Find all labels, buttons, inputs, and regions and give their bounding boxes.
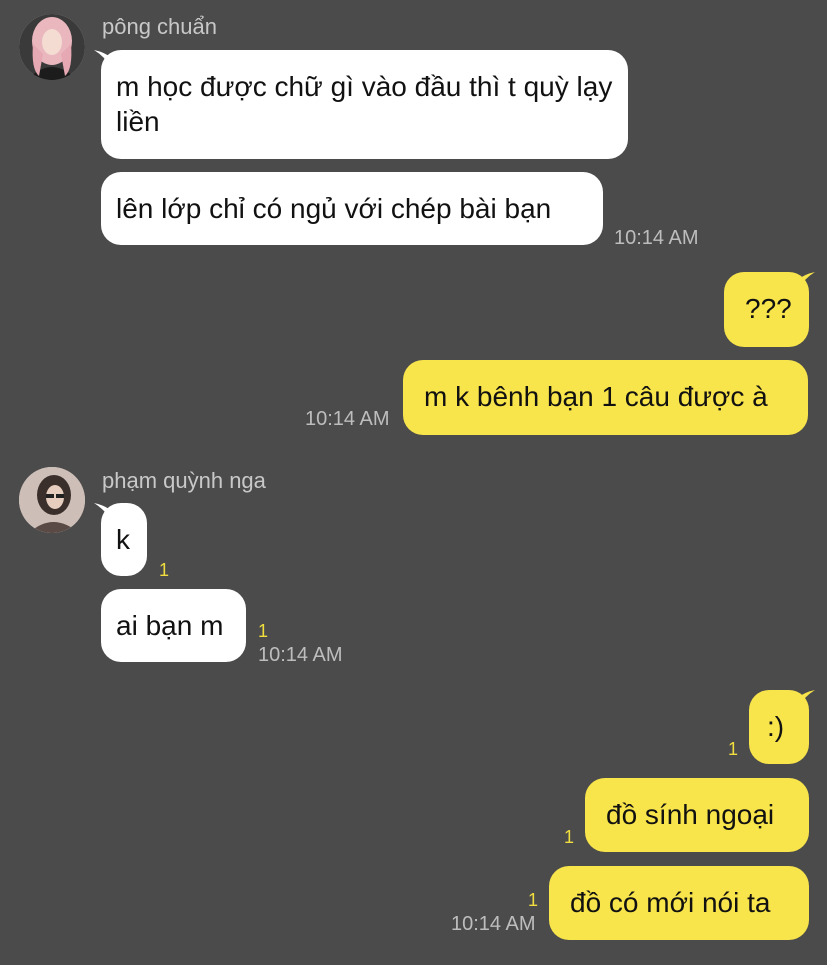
unread-count: 1 [728,739,739,759]
sender-name: phạm quỳnh nga [102,468,266,493]
incoming-message[interactable]: ai bạn m [101,589,246,662]
message-timestamp: 10:14 AM [614,227,699,249]
unread-count: 1 [159,560,170,580]
message-timestamp: 10:14 AM [305,408,390,430]
outgoing-message[interactable]: đồ sính ngoại [585,778,809,852]
pham-quynh-nga-avatar[interactable] [19,467,85,533]
pong-chuan-avatar[interactable] [19,14,85,80]
incoming-message[interactable]: m học được chữ gì vào đầu thì t quỳ lạy … [101,50,628,159]
outgoing-message[interactable]: :) [749,690,809,764]
message-text: đồ sính ngoại [606,799,775,830]
message-text: k [116,524,130,555]
message-text: :) [767,711,785,742]
incoming-message[interactable]: k [101,503,147,576]
unread-count: 1 [258,621,269,641]
unread-count: 1 [528,890,539,910]
outgoing-message[interactable]: ??? [724,272,809,347]
message-text: ??? [745,293,792,324]
message-text: đồ có mới nói ta [570,887,771,918]
incoming-message[interactable]: lên lớp chỉ có ngủ với chép bài bạn [101,172,603,245]
outgoing-message[interactable]: đồ có mới nói ta [549,866,809,940]
message-text: lên lớp chỉ có ngủ với chép bài bạn [116,193,552,224]
outgoing-message[interactable]: m k bênh bạn 1 câu được à [403,360,808,435]
sender-name: pông chuẩn [102,14,217,39]
message-text: ai bạn m [116,610,224,641]
message-text: m học được chữ gì vào đầu thì t quỳ lạy … [116,71,613,137]
message-timestamp: 10:14 AM [258,644,343,666]
message-timestamp: 10:14 AM [451,913,536,935]
message-text: m k bênh bạn 1 câu được à [424,381,768,412]
unread-count: 1 [564,827,575,847]
